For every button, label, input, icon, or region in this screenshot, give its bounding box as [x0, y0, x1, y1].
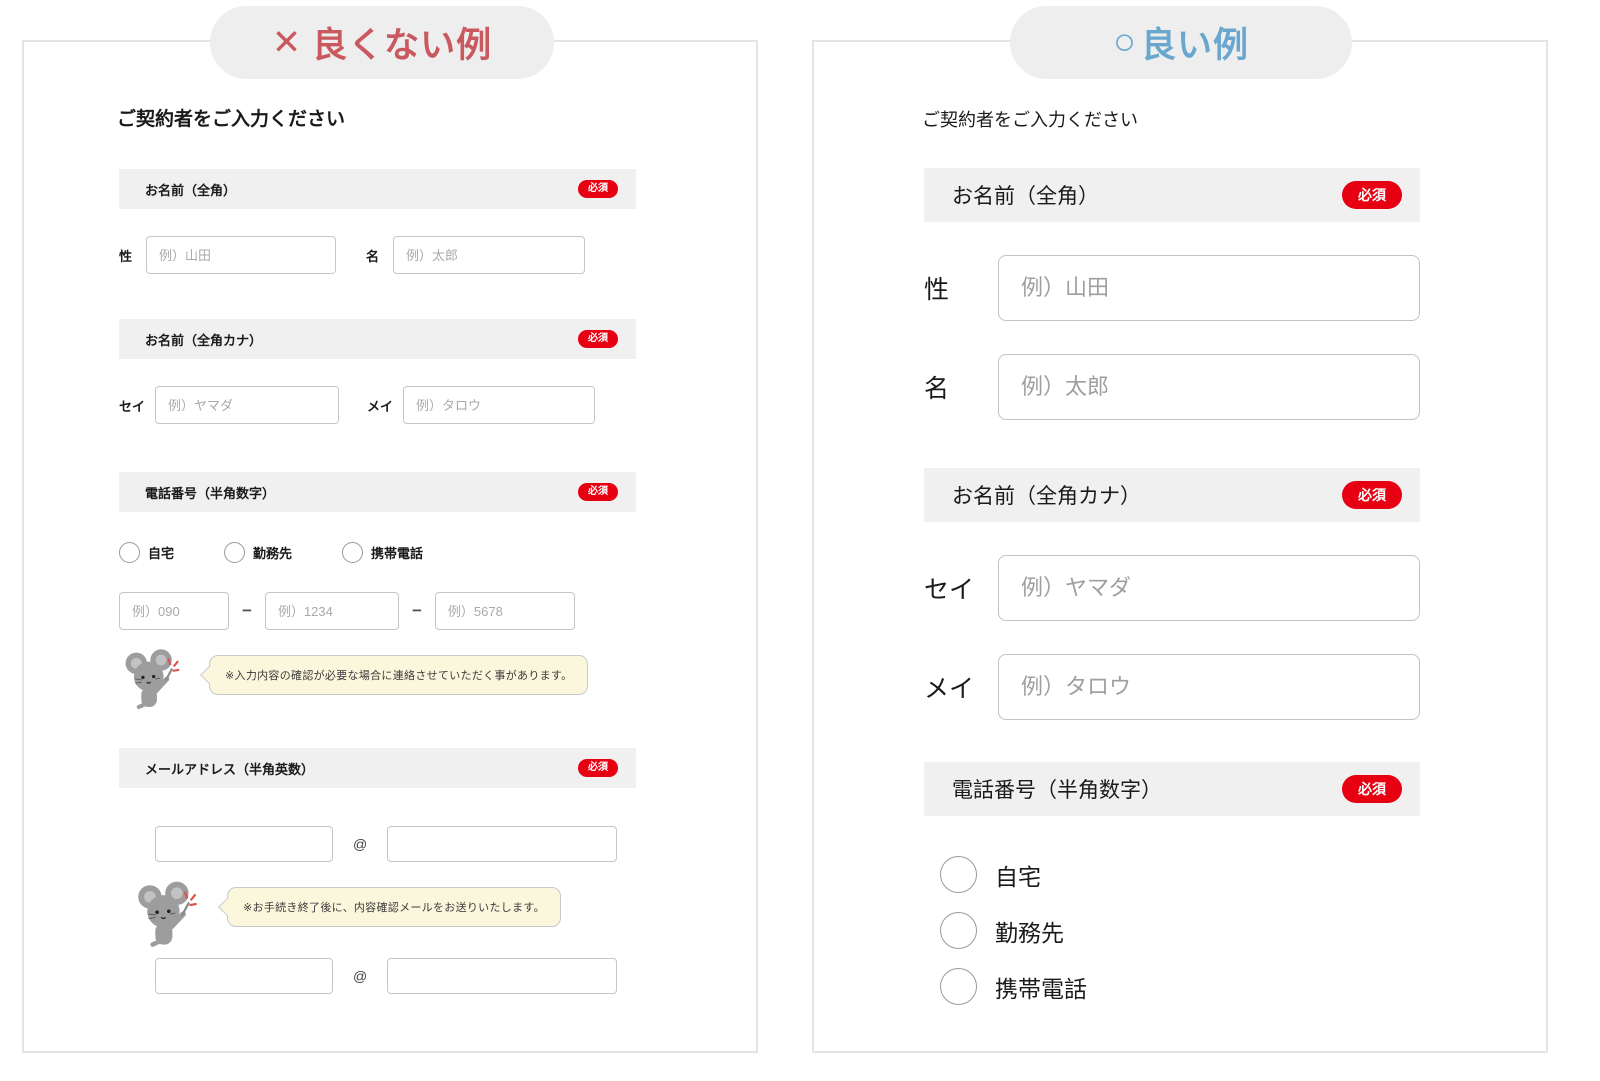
good-example-panel: ご契約者をご入力ください お名前（全角） 必須 性 名 お名前（全角カナ） 必須… [812, 40, 1548, 1053]
required-badge: 必須 [578, 180, 618, 198]
email-note-bubble: ※お手続き終了後に、内容確認メールをお送りいたします。 [227, 887, 561, 927]
radio-item-home: 自宅 [940, 856, 1420, 893]
form-title: ご契約者をご入力ください [922, 110, 1138, 130]
comparison-graphic: ✕ 良くない例 ご契約者をご入力ください お名前（全角） 必須 性 名 お名前（… [0, 0, 1600, 1081]
radio-work-label: 勤務先 [253, 546, 293, 561]
radio-item-mobile: 携帯電話 [940, 968, 1420, 1005]
last-name-label: 性 [924, 276, 950, 304]
at-sign: @ [353, 968, 368, 984]
email-note-row: ※お手続き終了後に、内容確認メールをお送りいたします。 [119, 878, 636, 950]
section-header-kana: お名前（全角カナ） 必須 [119, 319, 636, 359]
email-confirm-domain-input[interactable] [387, 958, 618, 994]
phone-note-row: ※入力内容の確認が必要な場合に連絡させていただく事があります。 [119, 646, 636, 712]
radio-item-work: 勤務先 [940, 912, 1420, 949]
radio-work[interactable] [940, 912, 977, 949]
section-label: 電話番号（半角数字） [145, 485, 276, 501]
first-name-label: 名 [366, 248, 380, 264]
last-kana-label: セイ [119, 398, 146, 414]
phone-part1-input[interactable] [119, 592, 229, 630]
radio-mobile-label: 携帯電話 [371, 546, 424, 561]
first-name-label: 名 [924, 375, 950, 403]
radio-work-label: 勤務先 [995, 919, 1064, 946]
good-example-title: 良い例 [1140, 26, 1249, 65]
last-name-row: 性 [924, 255, 1420, 321]
bad-example-panel: ご契約者をご入力ください お名前（全角） 必須 性 名 お名前（全角カナ） 必須… [22, 40, 758, 1053]
radio-mobile[interactable] [940, 968, 977, 1005]
last-kana-input[interactable] [998, 555, 1420, 621]
first-name-row: 名 [924, 354, 1420, 420]
radio-home-label: 自宅 [995, 863, 1041, 890]
radio-mobile[interactable] [342, 542, 364, 563]
last-name-input[interactable] [146, 236, 337, 274]
bad-example-header: ✕ 良くない例 [210, 6, 554, 79]
section-label: メールアドレス（半角英数） [145, 761, 315, 777]
last-name-input[interactable] [998, 255, 1420, 321]
required-badge: 必須 [578, 759, 618, 777]
last-kana-row: セイ [924, 555, 1420, 621]
phone-type-radios: 自宅 勤務先 携帯電話 [119, 542, 636, 563]
first-name-input[interactable] [393, 236, 586, 274]
email-confirm-local-input[interactable] [155, 958, 333, 994]
first-kana-input[interactable] [403, 386, 596, 424]
circle-icon: ○ [1113, 21, 1137, 63]
phone-dash: − [242, 601, 252, 620]
email-row-1: @ [119, 826, 636, 862]
radio-work[interactable] [224, 542, 246, 563]
phone-type-radios: 自宅 勤務先 携帯電話 [924, 856, 1420, 1005]
phone-part3-input[interactable] [434, 592, 575, 630]
phone-part2-input[interactable] [264, 592, 399, 630]
bad-example-title: 良くない例 [312, 26, 493, 65]
phone-note-bubble: ※入力内容の確認が必要な場合に連絡させていただく事があります。 [209, 655, 589, 695]
radio-home[interactable] [940, 856, 977, 893]
section-header-kana: お名前（全角カナ） 必須 [924, 468, 1420, 522]
section-header-name: お名前（全角） 必須 [119, 169, 636, 209]
email-domain-input[interactable] [387, 826, 618, 862]
section-header-phone: 電話番号（半角数字） 必須 [924, 762, 1420, 816]
last-kana-input[interactable] [155, 386, 340, 424]
section-label: 電話番号（半角数字） [952, 779, 1162, 802]
section-header-email: メールアドレス（半角英数） 必須 [119, 748, 636, 788]
name-row: 性 名 [119, 236, 636, 274]
required-badge: 必須 [1342, 480, 1402, 510]
kana-row: セイ メイ [119, 386, 636, 424]
phone-number-row: − − [119, 592, 636, 630]
last-kana-label: セイ [924, 576, 975, 604]
first-kana-label: メイ [924, 675, 975, 703]
section-header-phone: 電話番号（半角数字） 必須 [119, 472, 636, 512]
first-kana-row: メイ [924, 654, 1420, 720]
at-sign: @ [353, 836, 368, 852]
radio-home[interactable] [119, 542, 140, 563]
form-title: ご契約者をご入力ください [117, 109, 346, 130]
first-kana-label: メイ [367, 398, 394, 414]
section-header-name: お名前（全角） 必須 [924, 168, 1420, 222]
required-badge: 必須 [1342, 180, 1402, 210]
cross-icon: ✕ [271, 22, 303, 62]
last-name-label: 性 [119, 248, 133, 264]
section-label: お名前（全角カナ） [145, 332, 263, 348]
first-kana-input[interactable] [998, 654, 1420, 720]
radio-mobile-label: 携帯電話 [995, 975, 1087, 1002]
mouse-mascot-icon [138, 881, 197, 947]
section-label: お名前（全角カナ） [952, 485, 1141, 508]
required-badge: 必須 [1342, 774, 1402, 804]
phone-dash: − [411, 601, 422, 620]
required-badge: 必須 [578, 483, 618, 501]
section-label: お名前（全角） [952, 185, 1099, 208]
email-local-input[interactable] [155, 826, 333, 862]
radio-home-label: 自宅 [148, 546, 175, 561]
first-name-input[interactable] [998, 354, 1420, 420]
email-row-2: @ [119, 958, 636, 994]
required-badge: 必須 [578, 330, 618, 348]
section-label: お名前（全角） [145, 182, 237, 198]
mouse-mascot-icon [125, 649, 180, 710]
good-example-header: ○ 良い例 [1010, 6, 1352, 79]
